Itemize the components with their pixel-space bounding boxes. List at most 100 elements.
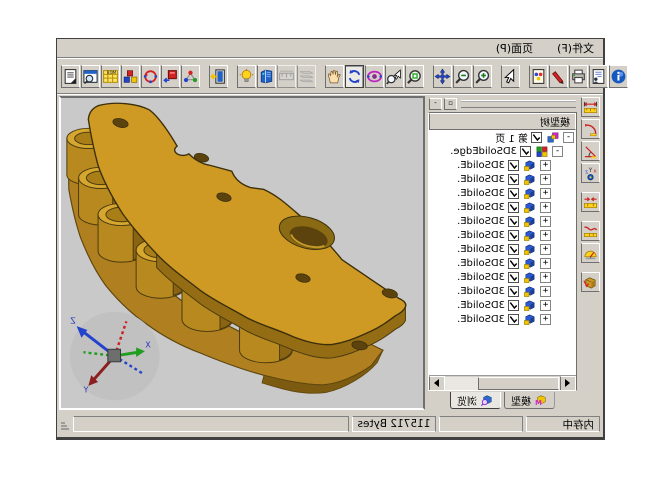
tree-row-part-2[interactable]: +3DSolidE. (429, 172, 576, 186)
tab-browse[interactable]: 浏览 (450, 392, 501, 409)
tree-row-scene[interactable]: -第 1 页 (429, 130, 576, 144)
svg-text:X: X (145, 340, 151, 349)
menu-page[interactable]: 页面(P) (494, 39, 535, 57)
tree-row-part-8[interactable]: +3DSolidE. (429, 256, 576, 270)
scroll-left-button[interactable] (560, 376, 576, 391)
new-scene-button[interactable] (529, 65, 548, 88)
expand-icon[interactable]: + (540, 202, 551, 213)
ic-orbit-icon (366, 68, 383, 85)
visibility-checkbox[interactable] (508, 314, 519, 325)
annotate-pen-button[interactable] (549, 65, 568, 88)
zoom-fit-button[interactable] (405, 65, 424, 88)
solid-measure-button[interactable] (581, 272, 600, 292)
expand-icon[interactable]: + (540, 216, 551, 227)
rotate-view-button[interactable] (345, 65, 364, 88)
collapse-icon[interactable]: - (552, 146, 563, 157)
expand-icon[interactable]: + (540, 188, 551, 199)
expand-icon[interactable]: + (540, 258, 551, 269)
visibility-checkbox[interactable] (508, 286, 519, 297)
dim-coordinate-button[interactable] (581, 163, 600, 183)
pan-arrows-button[interactable] (433, 65, 452, 88)
status-grip-icon (60, 417, 70, 431)
lighting-button[interactable] (237, 65, 256, 88)
zoom-in-button[interactable] (473, 65, 492, 88)
visibility-checkbox[interactable] (508, 258, 519, 269)
print-button[interactable] (569, 65, 588, 88)
visibility-checkbox[interactable] (508, 188, 519, 199)
layers-button[interactable] (297, 65, 316, 88)
ic-zoomout-icon (454, 68, 471, 85)
visibility-checkbox[interactable] (508, 244, 519, 255)
gauge-button[interactable] (581, 243, 600, 263)
render-button[interactable] (257, 65, 276, 88)
print-preview-button[interactable] (589, 65, 608, 88)
dim-linear-button[interactable] (581, 97, 600, 117)
pan-hand-button[interactable] (325, 65, 344, 88)
visibility-checkbox[interactable] (508, 216, 519, 227)
menu-file[interactable]: 文件(F) (555, 39, 596, 57)
visibility-checkbox[interactable] (508, 230, 519, 241)
catalog-button[interactable] (101, 65, 120, 88)
paste-feature-button[interactable] (161, 65, 180, 88)
visibility-checkbox[interactable] (508, 202, 519, 213)
update-button[interactable] (141, 65, 160, 88)
visibility-checkbox[interactable] (508, 160, 519, 171)
expand-icon[interactable]: + (540, 174, 551, 185)
panel-grab-handle[interactable] (461, 100, 576, 108)
scrollbar-thumb[interactable] (479, 377, 560, 390)
scrollbar-track[interactable] (445, 377, 560, 390)
tab-model[interactable]: 模型 (504, 392, 555, 409)
report-button[interactable] (61, 65, 80, 88)
dim-radial-button[interactable] (581, 119, 600, 139)
tree-row-part-4[interactable]: +3DSolidE. (429, 200, 576, 214)
tree-row-part-1[interactable]: +3DSolidE. (429, 158, 576, 172)
expand-icon[interactable]: + (540, 160, 551, 171)
visibility-checkbox[interactable] (508, 174, 519, 185)
tree-row-part-9[interactable]: +3DSolidE. (429, 270, 576, 284)
3d-viewport[interactable]: Z X Y (59, 96, 425, 410)
help-button[interactable] (609, 65, 628, 88)
scroll-right-button[interactable] (429, 376, 445, 391)
tree-row-part-12[interactable]: +3DSolidE. (429, 312, 576, 326)
ic-docuser-icon (590, 68, 607, 85)
select-cursor-button[interactable] (501, 65, 520, 88)
expand-icon[interactable]: + (540, 300, 551, 311)
tree-row-part-10[interactable]: +3DSolidE. (429, 284, 576, 298)
measure-frame-button[interactable] (277, 65, 296, 88)
visibility-checkbox[interactable] (508, 300, 519, 311)
visibility-checkbox[interactable] (520, 146, 531, 157)
panel-minimize-button[interactable]: - (429, 98, 442, 110)
parts-library-button[interactable] (121, 65, 140, 88)
tree-row-part-11[interactable]: +3DSolidE. (429, 298, 576, 312)
v-dimfit-icon (583, 195, 598, 210)
tree-node-label: 3DSolidEdge. (450, 146, 517, 157)
t-part-icon (522, 201, 537, 214)
structure-button[interactable] (181, 65, 200, 88)
tree-row-part-5[interactable]: +3DSolidE. (429, 214, 576, 228)
tree-row-part-6[interactable]: +3DSolidE. (429, 228, 576, 242)
tree-row-part-3[interactable]: +3DSolidE. (429, 186, 576, 200)
tab-model-label: 模型 (511, 393, 531, 408)
tree-row-import[interactable]: - 3DSolidEdge. (429, 144, 576, 158)
panel-maximize-button[interactable]: ▫ (444, 98, 457, 110)
dim-angle-button[interactable] (581, 141, 600, 161)
visibility-checkbox[interactable] (508, 272, 519, 283)
expand-icon[interactable]: + (540, 244, 551, 255)
expand-icon[interactable]: + (540, 272, 551, 283)
dim-distance-button[interactable] (581, 192, 600, 212)
collapse-icon[interactable]: - (563, 132, 574, 143)
tree-row-part-7[interactable]: +3DSolidE. (429, 242, 576, 256)
ic-rotate-icon (346, 68, 363, 85)
visibility-checkbox[interactable] (531, 132, 542, 143)
zoom-out-button[interactable] (453, 65, 472, 88)
expand-icon[interactable]: + (540, 286, 551, 297)
tree-node-label: 3DSolidE. (457, 174, 505, 185)
expand-icon[interactable]: + (540, 230, 551, 241)
orbit-button[interactable] (365, 65, 384, 88)
exit-view-button[interactable] (209, 65, 228, 88)
zoom-window-button[interactable] (385, 65, 404, 88)
design-window-button[interactable] (81, 65, 100, 88)
dim-curve-button[interactable] (581, 221, 600, 241)
expand-icon[interactable]: + (540, 314, 551, 325)
t-part-icon (522, 229, 537, 242)
